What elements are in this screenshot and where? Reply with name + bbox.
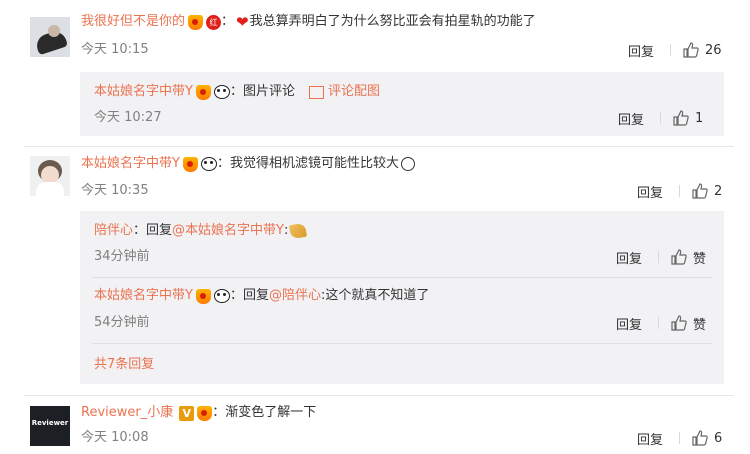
mention-link[interactable]: @陪伴心 [269,286,321,306]
reply-prefix: ：回复 [229,288,269,303]
divider [679,432,680,444]
timestamp: 今天 10:35 [81,183,149,198]
reply-button[interactable]: 回复 [616,313,642,333]
username[interactable]: 陪伴心 [94,221,133,241]
comment-text: 我总算弄明白了为什么努比亚会有拍星轨的功能了 [249,14,536,29]
timestamp: 今天 10:27 [94,110,162,125]
thumb-up-icon [673,110,689,126]
avatar[interactable] [30,156,70,196]
panda-icon [213,289,230,303]
reply-box: 本姑娘名字中带Y ：图片评论 评论配图 今天 10:27 回复 1 [80,72,724,136]
thumb-up-icon [671,315,687,331]
divider [670,44,671,56]
like-button[interactable]: 赞 [671,247,706,267]
separator [24,146,734,147]
reply-button[interactable]: 回复 [628,40,654,60]
reply-text: : [283,223,289,238]
separator [24,395,734,396]
like-button[interactable]: 赞 [671,313,706,333]
divider [679,185,680,197]
emoji-face-icon [400,157,415,171]
like-label: 赞 [693,251,707,267]
red-badge-icon[interactable]: 红 [206,14,222,30]
image-icon[interactable] [308,85,324,99]
timestamp: 今天 10:15 [81,42,149,57]
thumb-up-icon [692,183,708,199]
comment-text: ：我觉得相机滤镜可能性比较大 [216,156,399,171]
reply-line: 陪伴心 ：回复 @本姑娘名字中带Y : [94,221,308,241]
separator [92,343,712,344]
reply-button[interactable]: 回复 [618,108,644,128]
panda-icon [213,85,230,99]
like-count: 26 [705,42,722,58]
divider [658,317,659,329]
comment-line: Reviewer_小康 V ：渐变色了解一下 [81,403,316,423]
avatar[interactable] [30,17,70,57]
comment-line: 本姑娘名字中带Y ：我觉得相机滤镜可能性比较大 [81,154,415,174]
like-label: 赞 [693,317,707,333]
clap-emoji-icon [289,222,308,240]
like-count: 6 [714,430,723,446]
reply-box: 陪伴心 ：回复 @本姑娘名字中带Y : 34分钟前 回复 赞 本姑娘名字中带Y … [80,211,724,384]
like-count: 2 [714,183,723,199]
reply-button[interactable]: 回复 [637,181,663,201]
colon: ： [221,14,235,29]
comment-text: ：渐变色了解一下 [212,405,317,420]
timestamp: 34分钟前 [94,249,150,264]
like-button[interactable]: 2 [692,181,722,201]
medal-icon[interactable] [195,288,211,304]
reply-text: ：图片评论 [229,84,295,99]
like-button[interactable]: 1 [673,108,703,128]
mention-link[interactable]: @本姑娘名字中带Y [172,221,284,241]
medal-icon[interactable] [182,156,198,172]
timestamp: 54分钟前 [94,315,150,330]
avatar-text: Reviewer [31,419,69,427]
attachment-link[interactable]: 评论配图 [328,82,380,102]
separator [92,277,712,278]
reply-line: 本姑娘名字中带Y ：图片评论 评论配图 [94,82,380,102]
more-replies-link[interactable]: 共7条回复 [94,355,154,375]
like-count: 1 [695,110,704,126]
thumb-up-icon [683,42,699,58]
medal-icon[interactable] [188,14,204,30]
heart-icon: ❤ [236,13,249,31]
reply-text: :这个就真不知道了 [320,288,430,303]
reply-line: 本姑娘名字中带Y ：回复 @陪伴心 :这个就真不知道了 [94,286,429,306]
reply-button[interactable]: 回复 [637,428,663,448]
username[interactable]: 本姑娘名字中带Y [94,82,193,102]
timestamp: 今天 10:08 [81,430,149,445]
thumb-up-icon [671,249,687,265]
username[interactable]: 本姑娘名字中带Y [81,154,180,174]
thumb-up-icon [692,430,708,446]
vip-badge-icon[interactable]: V [179,405,195,421]
username[interactable]: 本姑娘名字中带Y [94,286,193,306]
panda-icon [200,157,217,171]
username[interactable]: 我很好但不是你的 [81,12,185,32]
reply-prefix: ：回复 [133,223,173,238]
avatar[interactable]: Reviewer [30,406,70,446]
medal-icon[interactable] [197,405,213,421]
divider [660,112,661,124]
medal-icon[interactable] [195,84,211,100]
username[interactable]: Reviewer_小康 [81,403,173,423]
like-button[interactable]: 26 [683,40,722,60]
divider [658,251,659,263]
comment-line: 我很好但不是你的 红 ： ❤ 我总算弄明白了为什么努比亚会有拍星轨的功能了 [81,12,536,32]
reply-button[interactable]: 回复 [616,247,642,267]
like-button[interactable]: 6 [692,428,722,448]
